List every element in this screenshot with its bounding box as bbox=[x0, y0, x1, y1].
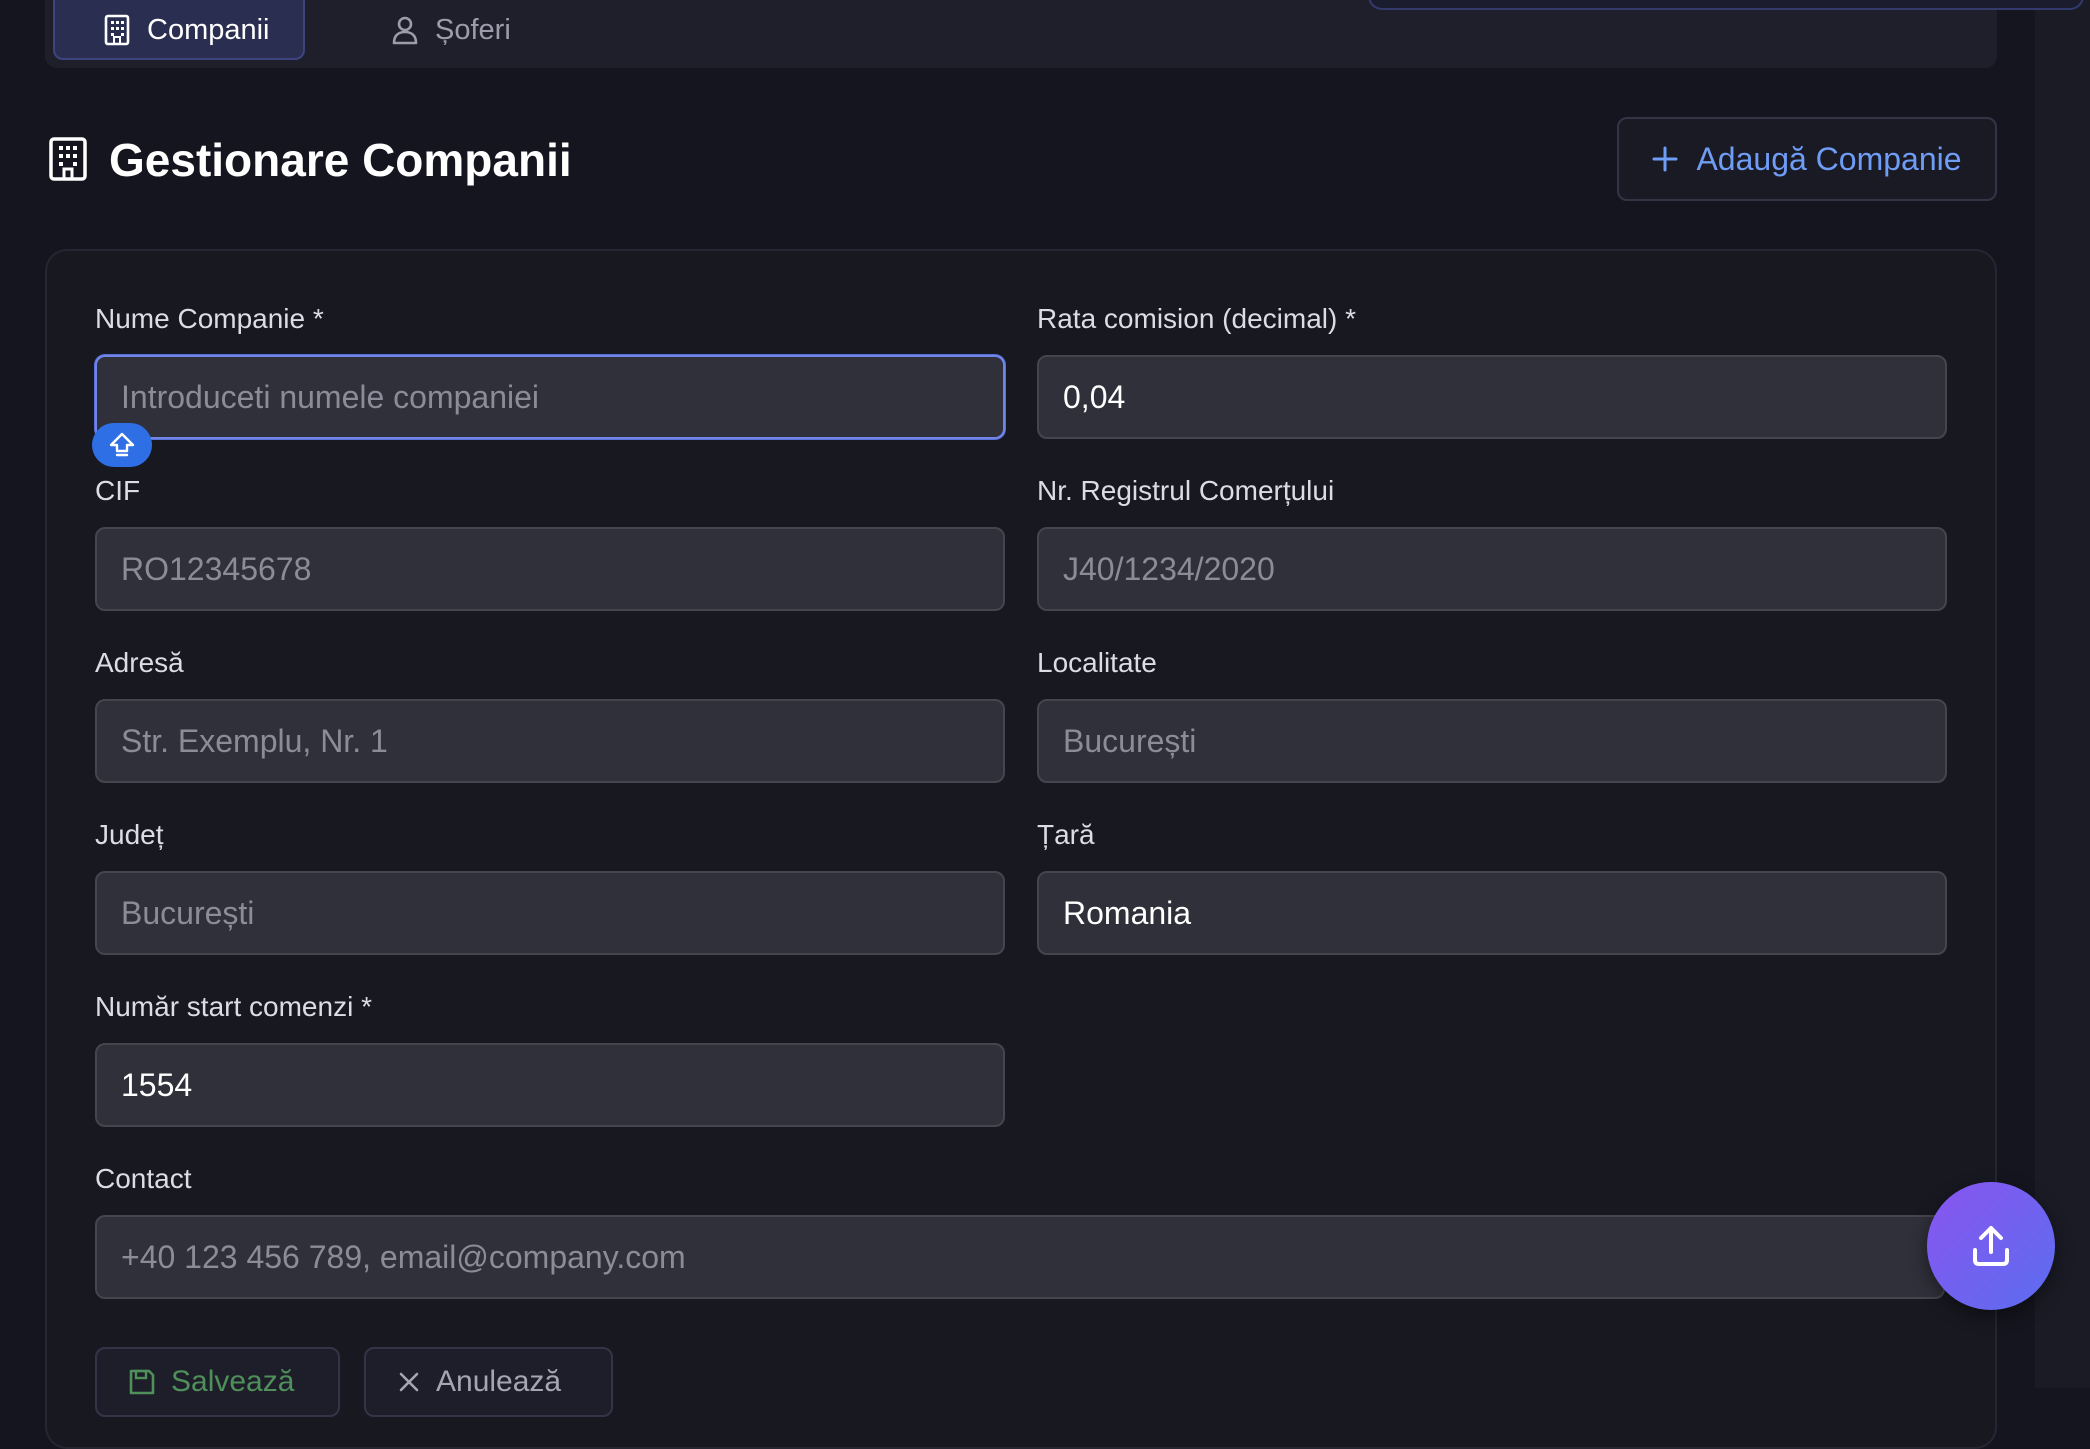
order-start-input[interactable] bbox=[95, 1043, 1005, 1127]
add-company-label: Adaugă Companie bbox=[1696, 140, 1962, 177]
building-icon bbox=[49, 137, 87, 181]
page-title: Gestionare Companii bbox=[109, 134, 572, 186]
contact-input[interactable] bbox=[95, 1215, 1945, 1299]
commission-rate-input[interactable] bbox=[1037, 355, 1947, 439]
country-input[interactable] bbox=[1037, 871, 1947, 955]
user-icon bbox=[392, 16, 418, 45]
cancel-button[interactable]: Anulează bbox=[364, 1347, 613, 1417]
add-company-button[interactable]: Adaugă Companie bbox=[1617, 117, 1997, 201]
contact-label: Contact bbox=[95, 1163, 192, 1194]
tab-bar: Companii Șoferi bbox=[45, 0, 1997, 68]
address-input[interactable] bbox=[95, 699, 1005, 783]
trade-register-label: Nr. Registrul Comerțului bbox=[1037, 475, 1335, 506]
close-icon bbox=[399, 1372, 419, 1392]
top-search-bar[interactable] bbox=[1368, 0, 2084, 10]
city-input[interactable] bbox=[1037, 699, 1947, 783]
county-input[interactable] bbox=[95, 871, 1005, 955]
commission-rate-label: Rata comision (decimal) * bbox=[1037, 303, 1356, 334]
tab-label: Companii bbox=[147, 13, 270, 46]
company-name-label: Nume Companie * bbox=[95, 303, 324, 334]
country-label: Țară bbox=[1037, 819, 1095, 850]
save-icon bbox=[129, 1369, 155, 1395]
upload-icon bbox=[1973, 1226, 2009, 1266]
trade-register-input[interactable] bbox=[1037, 527, 1947, 611]
tab-label: Șoferi bbox=[435, 13, 511, 46]
cancel-label: Anulează bbox=[436, 1365, 562, 1398]
cif-label: CIF bbox=[95, 475, 141, 506]
upload-fab-button[interactable] bbox=[1927, 1182, 2055, 1310]
county-label: Județ bbox=[95, 819, 164, 850]
order-start-label: Număr start comenzi * bbox=[95, 991, 372, 1022]
tab-companii[interactable]: Companii bbox=[53, 0, 305, 60]
address-label: Adresă bbox=[95, 647, 184, 678]
cif-input[interactable] bbox=[95, 527, 1005, 611]
plus-icon bbox=[1652, 146, 1678, 172]
shift-icon bbox=[109, 432, 135, 457]
save-button[interactable]: Salvează bbox=[95, 1347, 340, 1417]
keyboard-shift-badge[interactable] bbox=[92, 423, 152, 467]
save-label: Salvează bbox=[171, 1365, 295, 1398]
tab-soferi[interactable]: Șoferi bbox=[345, 0, 541, 60]
building-icon bbox=[104, 14, 130, 46]
right-gutter bbox=[2035, 0, 2090, 1388]
company-name-input[interactable] bbox=[95, 355, 1005, 439]
city-label: Localitate bbox=[1037, 647, 1157, 678]
